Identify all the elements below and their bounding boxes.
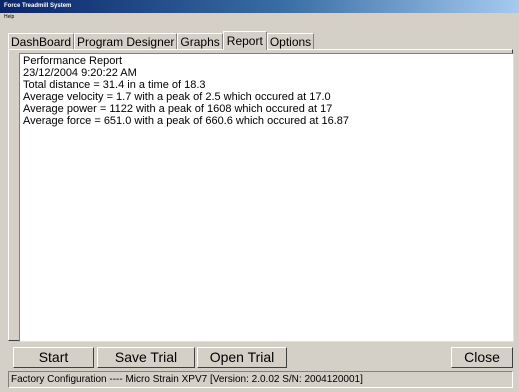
menubar: Help — [0, 13, 519, 22]
report-line-power: Average power = 1122 with a peak of 1608… — [23, 103, 333, 115]
app-window: Force Treadmill System Help DashBoard Pr… — [0, 0, 519, 392]
report-line-title: Performance Report — [23, 55, 123, 67]
open-trial-button[interactable]: Open Trial — [197, 347, 287, 368]
menu-item-help[interactable]: Help — [4, 14, 14, 20]
report-line-timestamp: 23/12/2004 9:20:22 AM — [23, 67, 137, 79]
tab-options[interactable]: Options — [266, 33, 315, 50]
tab-strip: DashBoard Program Designer Graphs Report… — [8, 31, 315, 50]
report-text-area[interactable]: Performance Report 23/12/2004 9:20:22 AM… — [19, 53, 514, 342]
report-line-velocity: Average velocity = 1.7 with a peak of 2.… — [23, 91, 331, 103]
tab-dashboard[interactable]: DashBoard — [8, 33, 75, 50]
report-line-distance: Total distance = 31.4 in a time of 18.3 — [23, 79, 206, 91]
tab-program-designer[interactable]: Program Designer — [74, 33, 178, 50]
start-button[interactable]: Start — [13, 347, 94, 368]
tab-report[interactable]: Report — [222, 31, 267, 50]
status-bar: Factory Configuration ---- Micro Strain … — [8, 371, 513, 388]
tab-graphs[interactable]: Graphs — [177, 33, 223, 50]
window-title: Force Treadmill System — [0, 0, 519, 13]
report-line-force: Average force = 651.0 with a peak of 660… — [23, 115, 350, 127]
report-panel: Performance Report 23/12/2004 9:20:22 AM… — [8, 49, 514, 342]
save-trial-button[interactable]: Save Trial — [97, 347, 195, 368]
close-button[interactable]: Close — [451, 347, 513, 368]
